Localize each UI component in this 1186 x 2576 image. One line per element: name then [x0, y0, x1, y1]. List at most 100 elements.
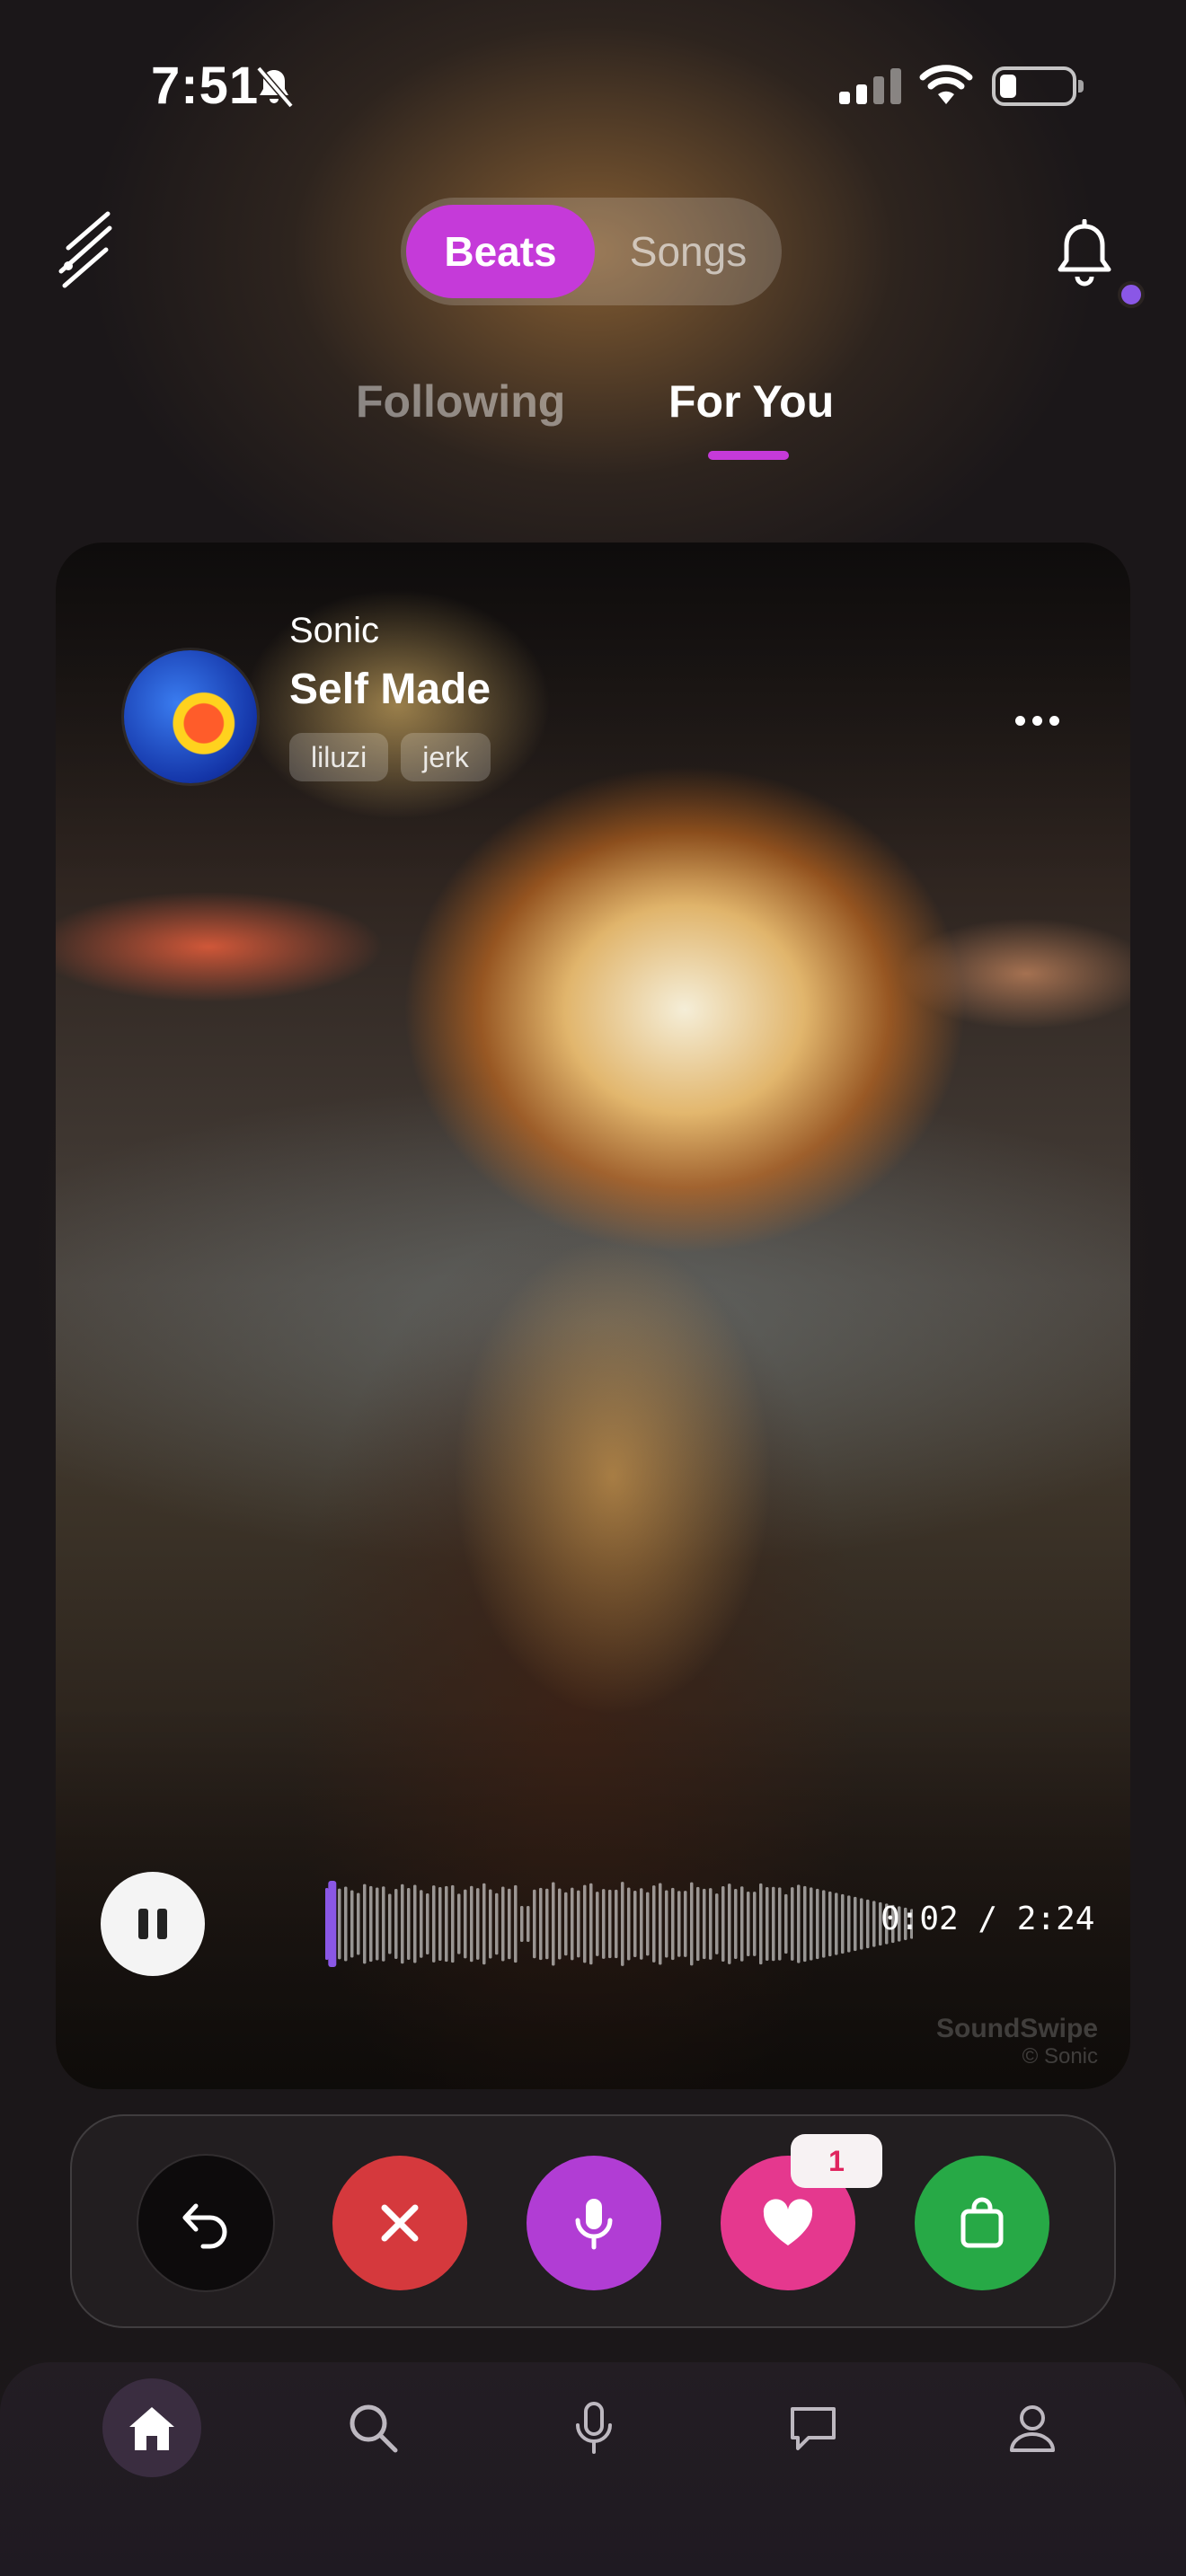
watermark: SoundSwipe © Sonic	[936, 2014, 1098, 2069]
artist-avatar[interactable]	[124, 650, 257, 783]
tag-list: liluzi jerk	[289, 733, 491, 781]
app-logo-icon[interactable]	[56, 208, 119, 289]
waveform-bar	[715, 1893, 719, 1954]
waveform-bar	[854, 1896, 857, 1952]
waveform-bar	[740, 1886, 744, 1962]
artist-name[interactable]: Sonic	[289, 611, 379, 651]
nav-home[interactable]	[102, 2378, 201, 2477]
waveform-bar	[602, 1889, 606, 1959]
waveform-bar	[501, 1886, 505, 1962]
waveform-bar	[633, 1891, 637, 1957]
bag-icon	[960, 2197, 1004, 2248]
tab-following[interactable]: Following	[356, 375, 565, 428]
nav-search[interactable]	[323, 2378, 422, 2477]
waveform-bar	[357, 1892, 360, 1955]
feed-tabs: Following For You	[0, 375, 1186, 465]
waveform-bar	[350, 1890, 354, 1958]
heart-icon	[763, 2199, 813, 2245]
waveform-bar	[690, 1882, 694, 1966]
record-button[interactable]	[527, 2156, 661, 2290]
waveform-bar	[728, 1883, 731, 1964]
mic-icon	[576, 2402, 612, 2454]
buy-button[interactable]	[915, 2156, 1049, 2290]
waveform-bar	[747, 1892, 750, 1956]
cellular-signal-icon	[839, 66, 901, 104]
waveform-bar	[564, 1892, 568, 1956]
waveform-bar	[608, 1889, 612, 1959]
waveform-bar	[376, 1887, 379, 1961]
status-bar: 7:51	[0, 0, 1186, 180]
waveform-bar	[860, 1898, 863, 1950]
waveform-bar	[659, 1883, 662, 1965]
waveform-bar	[652, 1885, 656, 1963]
waveform-bar	[338, 1888, 341, 1960]
waveform-bar	[596, 1892, 599, 1956]
waveform-bar	[495, 1892, 499, 1955]
home-icon	[129, 2407, 174, 2450]
playhead[interactable]	[328, 1881, 337, 1967]
pause-button[interactable]	[101, 1872, 205, 1976]
waveform-bar	[709, 1888, 712, 1960]
waveform-bar	[784, 1893, 788, 1954]
battery-icon	[992, 66, 1084, 106]
tab-for-you[interactable]: For You	[668, 375, 834, 428]
waveform-bar	[759, 1883, 763, 1965]
waveform-bar	[520, 1906, 524, 1942]
waveform-bar	[753, 1892, 757, 1956]
waveform-bar	[382, 1886, 385, 1962]
more-options-icon[interactable]	[1001, 688, 1073, 753]
waveform-bar	[426, 1893, 429, 1954]
undo-button[interactable]	[138, 2156, 273, 2290]
mic-icon	[575, 2199, 613, 2250]
waveform-bar	[766, 1886, 769, 1962]
nav-record[interactable]	[544, 2378, 643, 2477]
waveform-bar	[621, 1882, 624, 1966]
waveform-bar	[671, 1887, 675, 1961]
notification-dot	[1118, 281, 1145, 308]
track-card[interactable]: Sonic Self Made liluzi jerk 0:02 / 2:24 …	[56, 543, 1130, 2089]
waveform-bar	[589, 1883, 593, 1965]
waveform-bar	[489, 1889, 492, 1959]
track-title: Self Made	[289, 666, 491, 713]
waveform-bar	[388, 1893, 392, 1954]
tag-chip[interactable]: liluzi	[289, 733, 389, 781]
bottom-navigation	[0, 2362, 1186, 2576]
waveform-bar	[772, 1886, 775, 1962]
waveform-bar	[527, 1906, 530, 1942]
waveform-bar	[810, 1887, 813, 1961]
waveform-bar	[822, 1890, 826, 1958]
reject-button[interactable]	[332, 2156, 467, 2290]
waveform-bar	[577, 1890, 580, 1958]
chat-icon	[791, 2407, 836, 2450]
waveform-bar	[734, 1888, 738, 1960]
tag-chip[interactable]: jerk	[401, 733, 491, 781]
waveform-bar	[841, 1893, 845, 1954]
waveform-bar	[677, 1891, 681, 1957]
notification-bell-icon[interactable]	[1053, 219, 1116, 289]
waveform-bar	[508, 1888, 511, 1960]
waveform-bar	[420, 1890, 423, 1958]
waveform-bar	[803, 1885, 807, 1963]
waveform-bar	[325, 1888, 329, 1960]
segment-songs[interactable]: Songs	[600, 205, 776, 298]
waveform-bar	[482, 1883, 486, 1965]
nav-messages[interactable]	[764, 2378, 863, 2477]
waveform-bar	[583, 1884, 587, 1963]
playback-time: 0:02 / 2:24	[881, 1901, 1095, 1937]
waveform-bar	[615, 1889, 618, 1959]
waveform-scrubber[interactable]	[266, 1879, 913, 1969]
waveform-bar	[816, 1888, 819, 1960]
waveform-bar	[696, 1886, 700, 1962]
waveform-bar	[413, 1884, 417, 1963]
waveform-bar	[476, 1888, 480, 1960]
nav-profile[interactable]	[983, 2378, 1082, 2477]
segment-beats[interactable]: Beats	[406, 205, 595, 298]
undo-icon	[182, 2203, 227, 2249]
waveform-bar	[344, 1886, 348, 1962]
waveform-bar	[438, 1887, 442, 1961]
waveform-bar	[847, 1895, 851, 1953]
like-count-badge: 1	[791, 2134, 882, 2188]
swipe-action-bar: 1	[70, 2114, 1116, 2328]
waveform-bar	[872, 1901, 876, 1947]
waveform-bar	[835, 1892, 838, 1955]
